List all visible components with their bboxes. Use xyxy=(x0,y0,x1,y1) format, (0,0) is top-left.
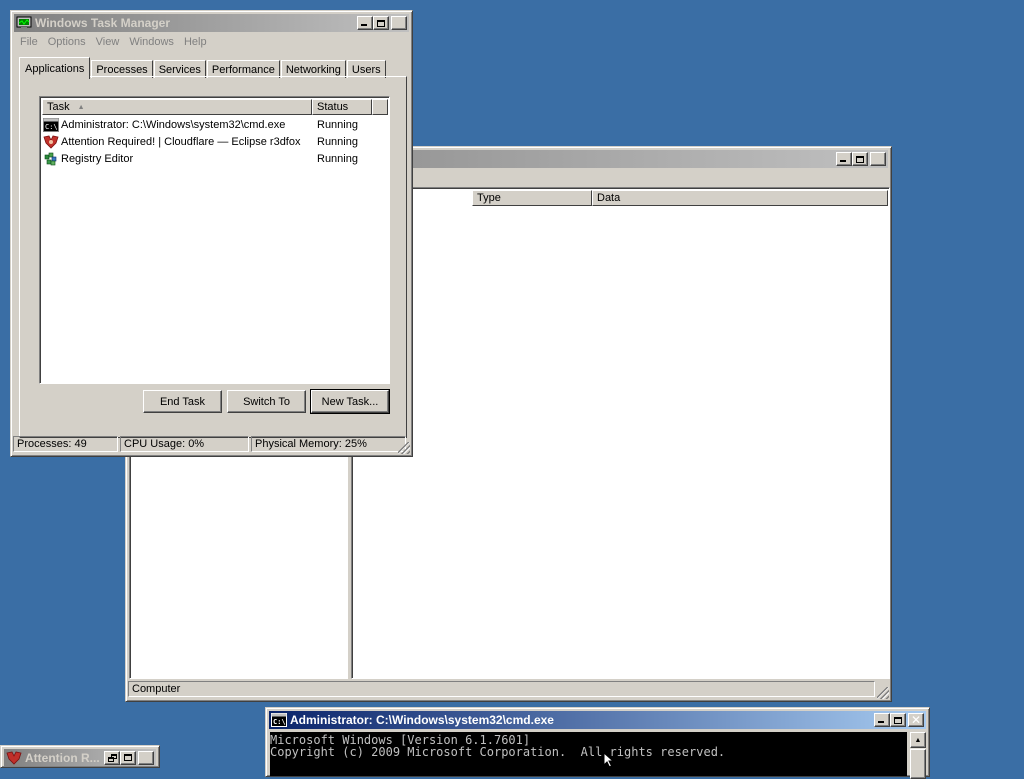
maximize-icon xyxy=(894,716,902,724)
new-task-button[interactable]: New Task... xyxy=(310,389,390,414)
browser-icon xyxy=(43,135,59,149)
tab-applications[interactable]: Applications xyxy=(19,57,91,79)
minimize-button[interactable] xyxy=(357,16,373,30)
task-row[interactable]: Attention Required! | Cloudflare — Eclip… xyxy=(43,133,383,150)
task-name: Registry Editor xyxy=(61,152,134,165)
maximize-button[interactable] xyxy=(890,713,906,727)
task-manager-titlebar[interactable]: Windows Task Manager ✕ xyxy=(14,14,409,32)
status-processes: Processes: 49 xyxy=(13,436,118,452)
close-button[interactable]: ✕ xyxy=(138,750,154,765)
column-header-data-label: Data xyxy=(597,192,621,204)
column-header-data[interactable]: Data xyxy=(592,190,888,206)
task-row[interactable]: Registry Editor Running xyxy=(43,150,383,167)
close-icon: ✕ xyxy=(140,750,152,765)
minimize-button[interactable] xyxy=(874,713,890,727)
status-physical-memory: Physical Memory: 25% xyxy=(251,436,406,452)
minimize-icon xyxy=(878,721,884,723)
cmd-title: Administrator: C:\Windows\system32\cmd.e… xyxy=(290,713,554,727)
task-status: Running xyxy=(317,135,358,148)
cmd-icon: C:\ xyxy=(271,713,287,727)
end-task-button[interactable]: End Task xyxy=(143,390,222,413)
maximize-button[interactable] xyxy=(120,750,136,765)
task-status: Running xyxy=(317,118,358,131)
sort-ascending-icon: ▲ xyxy=(77,103,85,111)
maximize-icon xyxy=(124,754,132,761)
registry-statusbar: Computer xyxy=(128,681,889,699)
minimize-icon xyxy=(840,160,846,162)
task-name: Administrator: C:\Windows\system32\cmd.e… xyxy=(61,118,286,131)
browser-icon xyxy=(6,751,22,765)
menu-options[interactable]: Options xyxy=(43,36,91,48)
cmd-titlebar[interactable]: C:\ Administrator: C:\Windows\system32\c… xyxy=(269,711,926,729)
tab-strip: Applications Processes Services Performa… xyxy=(19,56,387,79)
console-line: Copyright (c) 2009 Microsoft Corporation… xyxy=(270,745,726,759)
maximize-button[interactable] xyxy=(373,16,389,30)
task-manager-title: Windows Task Manager xyxy=(35,16,171,30)
desktop[interactable]: { "regedit": { "columns": { "type": "Typ… xyxy=(0,0,1024,779)
minimize-button[interactable] xyxy=(836,152,852,166)
restore-icon xyxy=(107,753,117,762)
menu-help[interactable]: Help xyxy=(179,36,212,48)
close-icon: ✕ xyxy=(393,16,405,30)
minimize-icon xyxy=(361,24,367,26)
svg-text:C:\: C:\ xyxy=(45,123,58,131)
menu-file[interactable]: File xyxy=(15,36,43,48)
restore-button[interactable] xyxy=(104,750,120,765)
task-name: Attention Required! | Cloudflare — Eclip… xyxy=(61,135,301,148)
minimized-titlebar[interactable]: Attention R... ✕ xyxy=(4,749,156,766)
close-icon: ✕ xyxy=(872,152,884,166)
close-button[interactable]: ✕ xyxy=(908,713,924,727)
maximize-button[interactable] xyxy=(852,152,868,166)
task-list[interactable]: Task ▲ Status C:\ Administrator: C:\Wind… xyxy=(39,96,390,384)
task-status: Running xyxy=(317,152,358,165)
mouse-pointer-icon xyxy=(603,752,615,768)
column-header-status[interactable]: Status xyxy=(312,99,372,115)
scroll-thumb[interactable] xyxy=(910,749,926,779)
cmd-icon: C:\ xyxy=(43,117,59,132)
resize-grip[interactable] xyxy=(398,442,410,454)
maximize-icon xyxy=(377,19,385,27)
close-button[interactable]: ✕ xyxy=(391,16,407,30)
task-row[interactable]: C:\ Administrator: C:\Windows\system32\c… xyxy=(43,116,383,133)
menu-windows[interactable]: Windows xyxy=(124,36,179,48)
console-scrollbar[interactable]: ▲ xyxy=(910,732,926,779)
close-icon: ✕ xyxy=(910,713,922,727)
task-manager-window[interactable]: Windows Task Manager ✕ File Options View… xyxy=(10,10,413,457)
column-header-task[interactable]: Task ▲ xyxy=(42,99,312,115)
close-button[interactable]: ✕ xyxy=(870,152,886,166)
minimized-browser-window[interactable]: Attention R... ✕ xyxy=(0,745,160,768)
applications-panel: Task ▲ Status C:\ Administrator: C:\Wind… xyxy=(19,76,407,438)
menubar: File Options View Windows Help xyxy=(15,33,212,51)
column-header-task-label: Task xyxy=(47,101,70,113)
registry-status-path: Computer xyxy=(128,681,875,697)
status-cpu-usage: CPU Usage: 0% xyxy=(120,436,249,452)
registry-editor-icon xyxy=(44,152,57,165)
menu-view[interactable]: View xyxy=(91,36,125,48)
task-manager-statusbar: Processes: 49 CPU Usage: 0% Physical Mem… xyxy=(13,436,410,454)
task-manager-icon xyxy=(16,16,32,29)
svg-text:C:\: C:\ xyxy=(273,718,286,726)
column-header-filler xyxy=(372,99,388,115)
column-header-type-label: Type xyxy=(477,192,501,204)
column-header-status-label: Status xyxy=(317,101,349,113)
switch-to-button[interactable]: Switch To xyxy=(227,390,306,413)
column-header-type[interactable]: Type xyxy=(472,190,592,206)
console-output[interactable]: Microsoft Windows [Version 6.1.7601] Cop… xyxy=(270,732,907,776)
arrow-up-icon: ▲ xyxy=(914,736,922,744)
registry-values-pane[interactable]: Type Data xyxy=(351,187,890,679)
maximize-icon xyxy=(856,155,864,163)
minimized-title: Attention R... xyxy=(25,750,100,765)
scroll-up-button[interactable]: ▲ xyxy=(910,732,926,748)
resize-grip[interactable] xyxy=(877,687,889,699)
cmd-window[interactable]: C:\ Administrator: C:\Windows\system32\c… xyxy=(265,707,930,779)
